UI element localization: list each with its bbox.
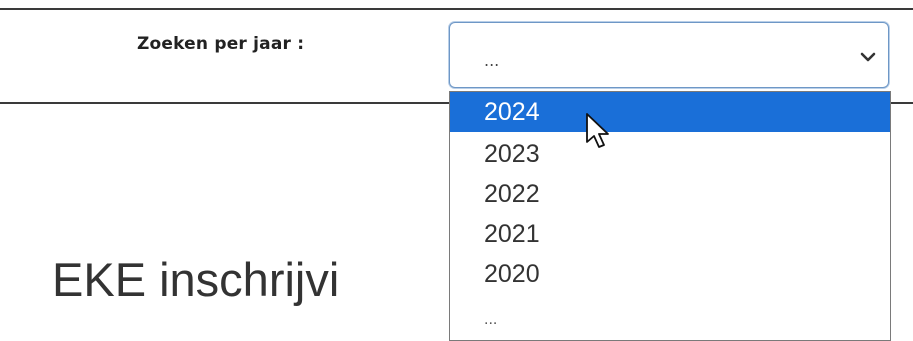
year-option-more[interactable]: ... [450, 300, 890, 340]
page-heading: EKE inschrijvi [52, 253, 340, 306]
year-option-2024[interactable]: 2024 [450, 92, 890, 132]
top-divider [0, 8, 913, 10]
year-option-2023[interactable]: 2023 [450, 134, 890, 174]
chevron-down-icon [860, 52, 876, 62]
year-select-value: ... [484, 51, 500, 70]
year-option-2022[interactable]: 2022 [450, 174, 890, 214]
year-select[interactable]: ... [449, 22, 889, 88]
year-option-2020[interactable]: 2020 [450, 254, 890, 294]
year-option-2021[interactable]: 2021 [450, 214, 890, 254]
mouse-pointer-icon [586, 113, 609, 148]
year-dropdown-list: 2024 2023 2022 2021 2020 ... [449, 91, 891, 341]
search-year-label: Zoeken per jaar : [137, 34, 305, 54]
